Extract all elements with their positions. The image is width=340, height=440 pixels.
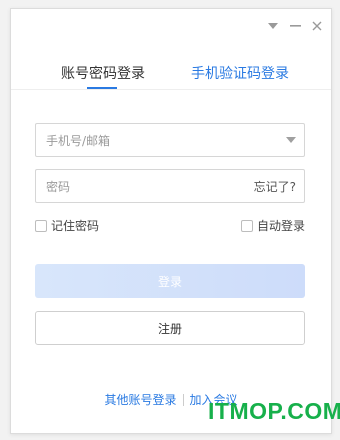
account-history-dropdown[interactable] — [278, 124, 304, 156]
login-window: 账号密码登录 手机验证码登录 手机号/邮箱 密码 忘记了? 记住密码 自动登录 … — [10, 8, 332, 434]
footer-separator — [182, 393, 184, 406]
register-button[interactable]: 注册 — [35, 311, 305, 345]
remember-password-checkbox[interactable]: 记住密码 — [35, 217, 99, 234]
checkbox-box[interactable] — [240, 219, 253, 232]
auto-login-checkbox[interactable]: 自动登录 — [240, 217, 305, 234]
tabs-divider — [11, 89, 331, 90]
site-watermark: ITMOP.COM — [208, 398, 340, 424]
title-bar — [265, 9, 331, 43]
login-button[interactable]: 登录 — [35, 264, 305, 298]
account-input[interactable]: 手机号/邮箱 — [36, 132, 278, 149]
remember-password-label: 记住密码 — [51, 219, 100, 233]
chevron-down-icon — [268, 23, 278, 29]
forgot-password-link[interactable]: 忘记了? — [254, 178, 304, 195]
login-tabs: 账号密码登录 手机验证码登录 — [11, 63, 331, 89]
tab-phone-code[interactable]: 手机验证码登录 — [191, 63, 289, 83]
checkbox-box[interactable] — [35, 219, 47, 232]
password-input[interactable]: 密码 — [36, 178, 254, 195]
other-account-login-link[interactable]: 其他账号登录 — [104, 391, 176, 408]
dropdown-arrow-icon — [286, 137, 296, 143]
minimize-icon — [289, 25, 301, 27]
account-field[interactable]: 手机号/邮箱 — [35, 123, 305, 157]
close-icon — [312, 21, 322, 31]
auto-login-label: 自动登录 — [256, 219, 305, 233]
close-button[interactable] — [309, 18, 325, 34]
minimize-button[interactable] — [287, 18, 303, 34]
menu-dropdown-button[interactable] — [265, 18, 281, 34]
options-row: 记住密码 自动登录 — [35, 217, 305, 235]
tab-account-password[interactable]: 账号密码登录 — [61, 63, 145, 83]
password-field[interactable]: 密码 忘记了? — [35, 169, 305, 203]
